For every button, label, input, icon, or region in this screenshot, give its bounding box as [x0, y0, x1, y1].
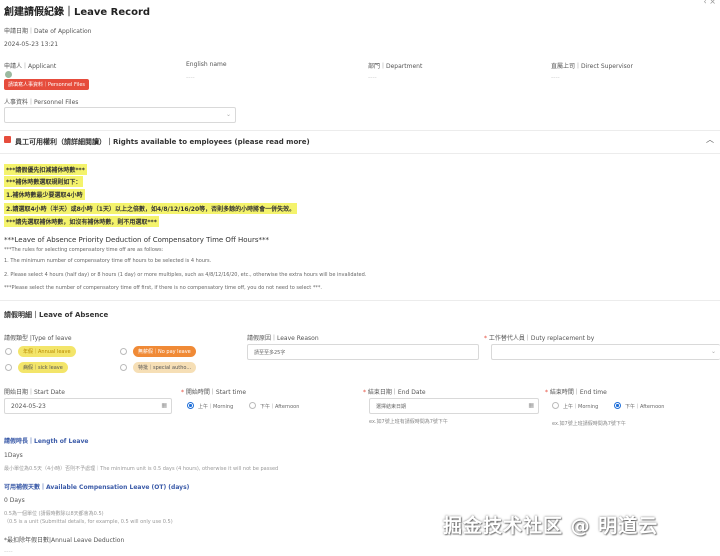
rights-icon	[4, 136, 11, 143]
leave-type-radio[interactable]	[120, 364, 127, 371]
end-time-label: 結束時間｜End time	[549, 389, 607, 396]
department-label: 部門｜Department	[368, 63, 423, 70]
rights-highlight-line: ***請假優先扣減補休時數***	[4, 164, 87, 175]
start-date-input[interactable]: 2024-05-23 ▦	[4, 398, 172, 414]
annual-deduction-value: ----	[4, 548, 13, 555]
start-time-label: 開始時間｜Start time	[185, 389, 247, 396]
leave-type-no-pay[interactable]: 無薪假｜No pay leave	[133, 346, 196, 357]
rights-title: 員工可用權利（請詳細閱讀）｜Rights available to employ…	[15, 138, 310, 146]
calendar-icon: ▦	[528, 402, 534, 409]
start-date-label: 開始日期｜Start Date	[4, 389, 65, 396]
leave-reason-input[interactable]: 請至至多25字	[247, 344, 479, 360]
rights-en-line: 2. Please select 4 hours (half day) or 8…	[4, 272, 367, 278]
personnel-files-button[interactable]: 請填寫人事資料｜Personnel Files	[4, 79, 89, 90]
end-afternoon-label: 下午｜Afternoon	[625, 404, 665, 410]
leave-type-label: 請假類型 |Type of leave	[4, 335, 72, 342]
rights-en-line: ***Please select the number of compensat…	[4, 285, 322, 291]
rights-en-line: ***The rules for selecting compensatory …	[4, 247, 164, 253]
end-time-hint: ex.如7號上班請假時間為7號下午	[552, 421, 626, 427]
page-title: 創建請假紀錄｜Leave Record	[4, 7, 151, 18]
supervisor-label: 直屬上司｜Direct Supervisor	[551, 63, 633, 70]
leave-type-annual[interactable]: 年假｜Annual leave	[18, 346, 76, 357]
english-name-label: English name	[186, 61, 227, 68]
length-hint: 最小單位為0.5天（4小時）否則不予處理｜The minimum unit is…	[4, 466, 279, 472]
leave-type-special[interactable]: 特批｜special autho...	[133, 362, 197, 373]
end-date-hint: ex.如7號上班有請假時間為7號下午	[369, 419, 448, 425]
leave-section-title: 請假明細｜Leave of Absence	[4, 311, 109, 319]
supervisor-value: ----	[551, 74, 560, 81]
department-value: ----	[368, 74, 377, 81]
leave-type-sick[interactable]: 病假｜sick leave	[18, 362, 68, 373]
watermark: 掘金技术社区 @ 明道云	[443, 515, 659, 537]
duty-replacement-select[interactable]: ⌄	[491, 344, 720, 360]
leave-type-radio[interactable]	[5, 348, 12, 355]
applicant-label: 申請人｜Applicant	[4, 63, 57, 70]
leave-reason-label: 請假原因｜Leave Reason	[247, 335, 319, 342]
start-afternoon-label: 下午｜Afternoon	[260, 404, 300, 410]
end-afternoon-radio[interactable]	[614, 402, 621, 409]
english-name-value: ----	[186, 74, 195, 81]
rights-en-line: 1. The minimum number of compensatory ti…	[4, 258, 212, 264]
leave-type-radio[interactable]	[5, 364, 12, 371]
end-morning-label: 上午｜Morning	[563, 404, 599, 410]
avatar	[5, 71, 12, 78]
ot-value: 0 Days	[4, 497, 25, 504]
chevron-up-icon[interactable]: ︿	[706, 134, 714, 145]
personnel-files-label: 人事資料｜Personnel Files	[4, 99, 79, 106]
end-date-placeholder: 選擇結束日期	[376, 404, 407, 410]
rights-highlight-line: ***補休時數選取規則如下：	[4, 176, 84, 187]
application-date-label: 申請日期｜Date of Application	[4, 28, 92, 35]
ot-label: 可用補假天數｜Available Compensation Leave (OT)…	[4, 484, 190, 491]
start-morning-radio[interactable]	[187, 402, 194, 409]
rights-highlight-line: ***請先選取補休時數，如沒有補休時數，則不用選取***	[4, 216, 159, 227]
application-date-value: 2024-05-23 13:21	[4, 41, 59, 48]
ot-hint: 0.5為一個單位 (請假時數除以8天都會為0.5)	[4, 511, 104, 517]
chevron-down-icon: ⌄	[710, 348, 716, 355]
personnel-files-select[interactable]: ⌄	[4, 107, 236, 123]
start-date-value: 2024-05-23	[11, 403, 46, 410]
end-morning-radio[interactable]	[552, 402, 559, 409]
rights-en-heading: ***Leave of Absence Priority Deduction o…	[4, 236, 269, 244]
length-label: 請假時長｜Length of Leave	[4, 438, 89, 445]
leave-type-radio[interactable]	[120, 348, 127, 355]
length-value: 1Days	[4, 452, 23, 459]
rights-highlight-line: 1.補休時數最少要選取4小時	[4, 189, 85, 200]
end-date-label: 結束日期｜End Date	[367, 389, 426, 396]
end-date-input[interactable]: 選擇結束日期 ▦	[369, 398, 539, 414]
start-afternoon-radio[interactable]	[249, 402, 256, 409]
rights-highlight-line: 2.請選取4小時（半天）或8小時（1天）以上之倍數，如4/8/12/16/20等…	[4, 203, 298, 214]
start-morning-label: 上午｜Morning	[198, 404, 234, 410]
window-controls[interactable]: ‹ ×	[704, 0, 716, 6]
duty-replacement-label: 工作替代人員｜Duty replacement by	[488, 335, 595, 342]
ot-hint: （0.5 is a unit (Submittal details, for e…	[4, 519, 173, 525]
calendar-icon: ▦	[161, 402, 167, 409]
leave-reason-placeholder: 請至至多25字	[254, 350, 286, 356]
annual-deduction-label: *最扣除年假日數|Annual Leave Deduction	[4, 537, 125, 544]
chevron-down-icon: ⌄	[225, 111, 231, 118]
